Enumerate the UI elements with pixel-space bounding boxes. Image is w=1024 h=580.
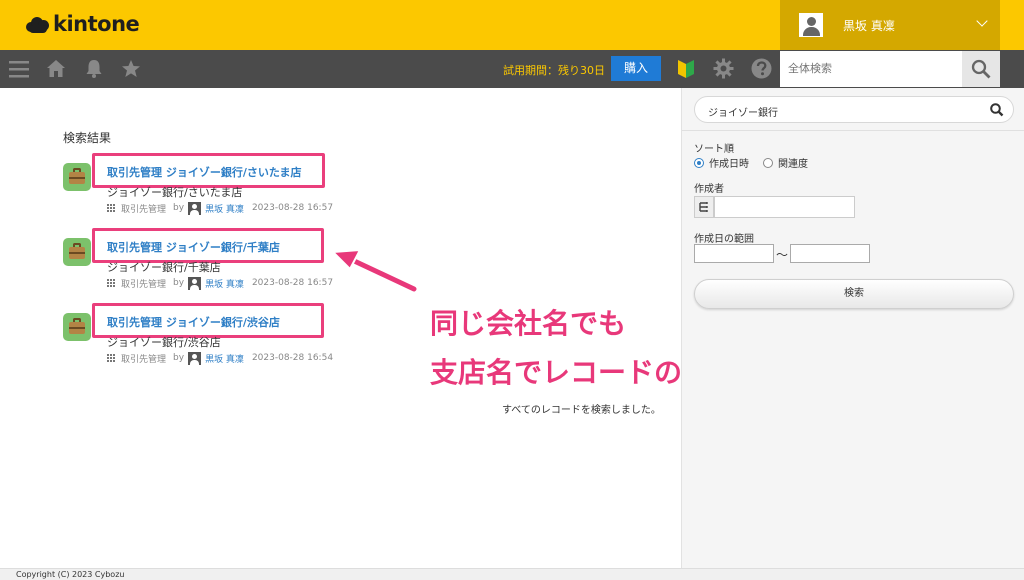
sort-radio-created[interactable]: 作成日時 [694, 155, 749, 170]
result-subtitle: ジョイゾー銀行/さいたま店 [107, 186, 243, 199]
global-search-input[interactable] [780, 51, 962, 87]
avatar [188, 201, 202, 215]
app-name-link[interactable]: 取引先管理 [121, 277, 166, 290]
by-label: by [173, 353, 185, 363]
result-datetime: 2023-08-28 16:54 [251, 353, 334, 363]
date-to-input[interactable] [790, 244, 870, 263]
beginner-mark-icon[interactable] [677, 59, 695, 79]
by-label: by [173, 278, 185, 288]
annotation-line-1: 同じ会社名でも [430, 307, 627, 340]
result-datetime: 2023-08-28 16:57 [251, 278, 334, 288]
all-records-searched-message: すべてのレコードを検索しました。 [502, 405, 661, 416]
by-label: by [173, 203, 185, 213]
result-meta: 取引先管理 by 黒坂 真凜 2023-08-28 16:57 [107, 276, 333, 290]
results-heading: 検索結果 [63, 131, 112, 145]
author-link[interactable]: 黒坂 真凜 [205, 277, 244, 290]
user-menu[interactable]: 黒坂 真凜 [780, 0, 1000, 50]
search-icon[interactable] [989, 102, 1005, 118]
annotation-arrow-icon [332, 249, 419, 294]
result-title-link[interactable]: 取引先管理 ジョイゾー銀行/千葉店 [107, 239, 280, 255]
footer: Copyright (C) 2023 Cybozu [0, 568, 1024, 580]
keyword-search-value: ジョイゾー銀行 [708, 108, 778, 119]
sort-radio-relevance[interactable]: 関連度 [763, 155, 808, 170]
creator-label: 作成者 [694, 184, 724, 195]
org-chart-icon [699, 202, 708, 212]
avatar [188, 276, 202, 290]
app-grid-icon [107, 353, 116, 363]
sort-order-label: ソート順 [694, 144, 734, 155]
copyright-text: Copyright (C) 2023 Cybozu [16, 570, 125, 579]
divider [682, 130, 1024, 131]
hamburger-menu-icon[interactable] [9, 60, 29, 78]
kintone-logo[interactable]: kintone [26, 12, 140, 36]
briefcase-icon [63, 313, 91, 341]
result-datetime: 2023-08-28 16:57 [251, 203, 334, 213]
briefcase-icon [63, 238, 91, 266]
date-range-label: 作成日の範囲 [694, 234, 754, 245]
author-link[interactable]: 黒坂 真凜 [205, 202, 244, 215]
result-meta: 取引先管理 by 黒坂 真凜 2023-08-28 16:57 [107, 201, 333, 215]
radio-button[interactable] [694, 157, 704, 168]
avatar [188, 351, 202, 365]
radio-label: 関連度 [778, 159, 808, 170]
user-name: 黒坂 真凜 [843, 18, 895, 33]
keyword-search-field[interactable]: ジョイゾー銀行 [694, 96, 1014, 123]
search-icon [971, 59, 991, 79]
global-search-button[interactable] [962, 51, 1000, 87]
result-subtitle: ジョイゾー銀行/千葉店 [107, 261, 221, 274]
avatar [799, 13, 823, 37]
radio-label: 作成日時 [709, 159, 749, 170]
date-from-input[interactable] [694, 244, 774, 263]
help-icon[interactable] [751, 58, 772, 79]
search-filter-panel: ジョイゾー銀行 ソート順 作成日時 関連度 作成者 作成日の範囲 〜 検索 [681, 88, 1024, 568]
bell-icon[interactable] [85, 59, 103, 78]
home-icon[interactable] [46, 59, 66, 78]
date-range-separator: 〜 [776, 248, 789, 262]
app-grid-icon [107, 203, 116, 213]
logo-text: kintone [53, 12, 140, 36]
search-button[interactable]: 検索 [694, 279, 1014, 309]
app-name-link[interactable]: 取引先管理 [121, 202, 166, 215]
cloud-icon [26, 15, 50, 33]
search-result-item: 取引先管理 ジョイゾー銀行/さいたま店 ジョイゾー銀行/さいたま店 取引先管理 … [63, 153, 663, 218]
author-link[interactable]: 黒坂 真凜 [205, 352, 244, 365]
star-icon[interactable] [121, 59, 141, 78]
result-title-link[interactable]: 取引先管理 ジョイゾー銀行/渋谷店 [107, 314, 280, 330]
trial-period-text: 試用期間：残り30日 [503, 64, 605, 77]
chevron-down-icon[interactable] [976, 15, 988, 27]
result-subtitle: ジョイゾー銀行/渋谷店 [107, 336, 221, 349]
app-name-link[interactable]: 取引先管理 [121, 352, 166, 365]
creator-input[interactable] [714, 196, 855, 218]
top-header: kintone 黒坂 真凜 [0, 0, 1024, 50]
buy-button[interactable]: 購入 [611, 56, 661, 81]
radio-button[interactable] [763, 157, 773, 168]
app-grid-icon [107, 278, 116, 288]
result-meta: 取引先管理 by 黒坂 真凜 2023-08-28 16:54 [107, 351, 333, 365]
user-picker-button[interactable] [694, 196, 714, 218]
gear-icon[interactable] [713, 58, 734, 79]
briefcase-icon [63, 163, 91, 191]
result-title-link[interactable]: 取引先管理 ジョイゾー銀行/さいたま店 [107, 164, 302, 180]
